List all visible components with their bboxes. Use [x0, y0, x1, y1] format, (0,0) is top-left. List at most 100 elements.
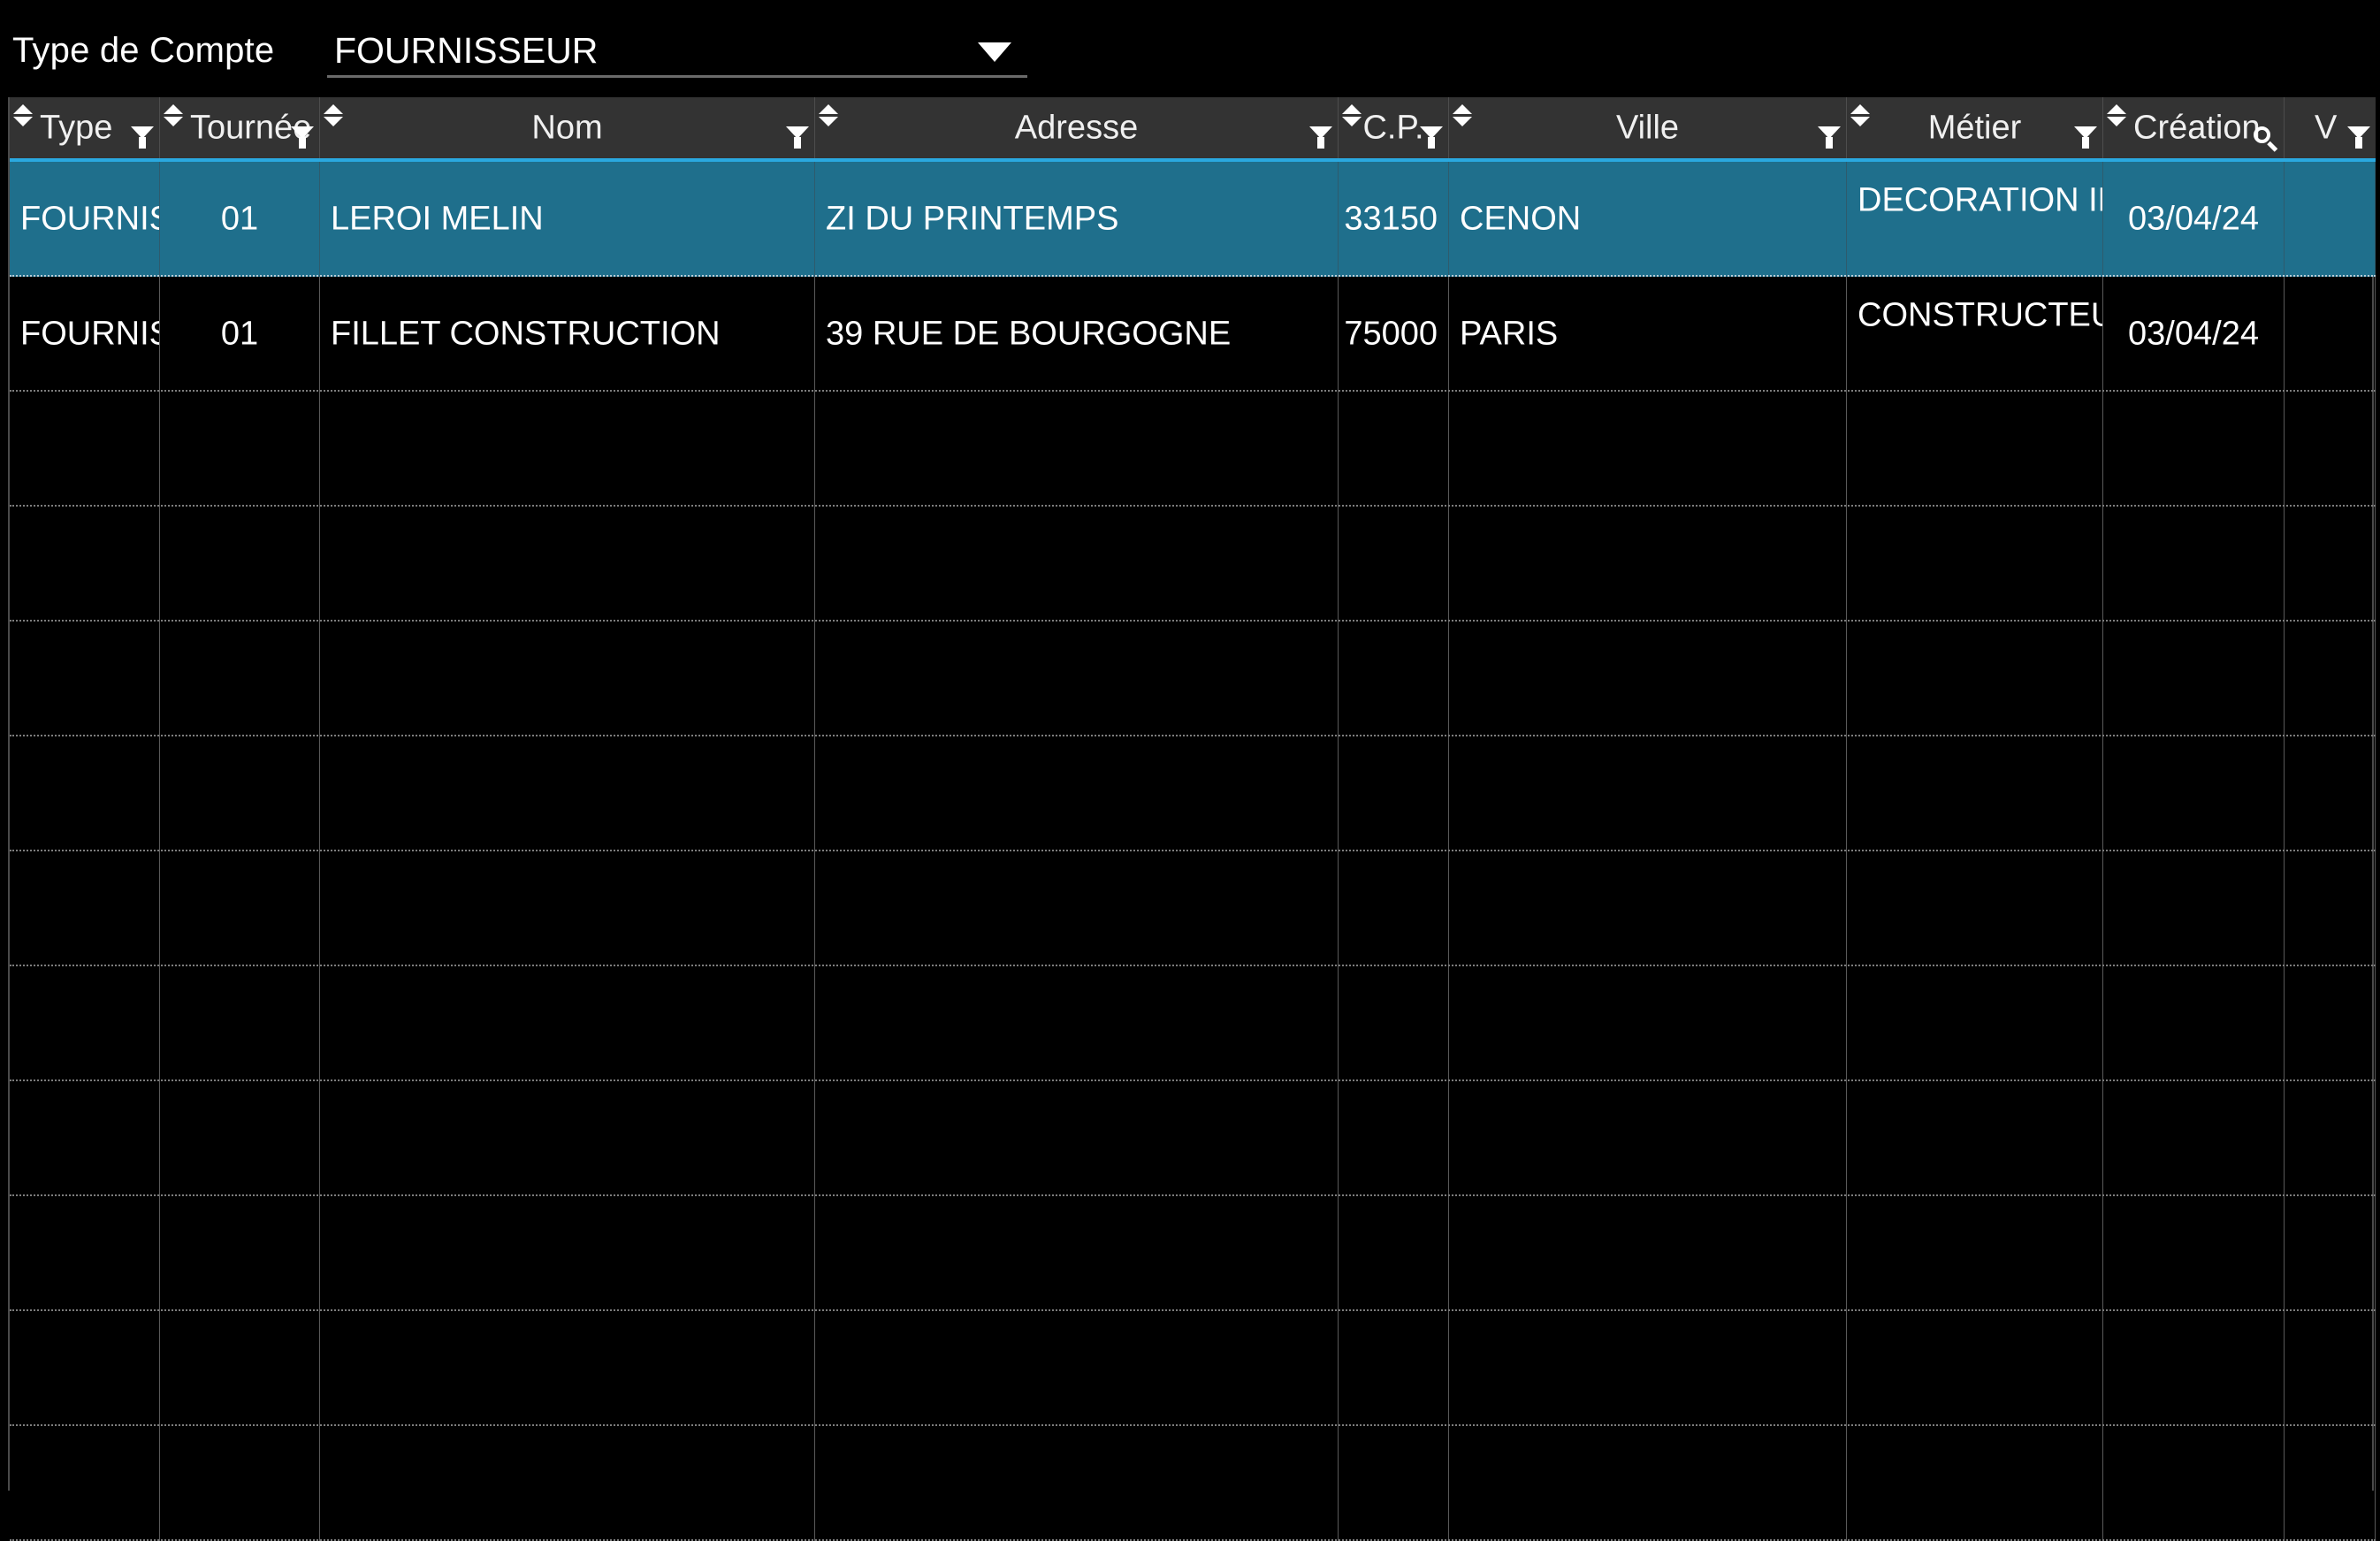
table-cell-adresse[interactable] — [815, 392, 1339, 507]
table-cell-adresse[interactable]: ZI DU PRINTEMPS — [815, 162, 1339, 277]
table-cell-metier[interactable] — [1847, 1081, 2103, 1196]
table-cell-creation[interactable] — [2103, 1196, 2285, 1311]
table-row[interactable] — [10, 622, 2376, 736]
filter-icon[interactable] — [291, 126, 314, 149]
column-header-type[interactable]: Type — [10, 97, 160, 158]
table-cell-tournee[interactable] — [160, 1081, 320, 1196]
table-cell-type[interactable] — [10, 1081, 160, 1196]
table-cell-adresse[interactable] — [815, 1196, 1339, 1311]
column-header-tournee[interactable]: Tournée — [160, 97, 320, 158]
table-cell-creation[interactable]: 03/04/24 — [2103, 162, 2285, 277]
table-cell-tournee[interactable] — [160, 1196, 320, 1311]
table-cell-metier[interactable] — [1847, 851, 2103, 966]
table-cell-v[interactable] — [2285, 1311, 2376, 1426]
table-cell-v[interactable] — [2285, 1081, 2376, 1196]
table-cell-ville[interactable] — [1449, 1311, 1847, 1426]
table-cell-type[interactable] — [10, 1426, 160, 1541]
table-row[interactable]: FOURNIS 01 FILLET CONSTRUCTION 39 RUE DE BO… — [10, 277, 2376, 392]
table-cell-nom[interactable] — [320, 851, 815, 966]
table-cell-nom[interactable] — [320, 966, 815, 1081]
table-cell-adresse[interactable] — [815, 1311, 1339, 1426]
table-cell-type[interactable] — [10, 966, 160, 1081]
table-cell-cp[interactable] — [1339, 1196, 1449, 1311]
sort-icon[interactable] — [819, 104, 840, 129]
table-cell-adresse[interactable] — [815, 1426, 1339, 1541]
table-cell-v[interactable] — [2285, 162, 2376, 277]
table-cell-cp[interactable] — [1339, 851, 1449, 966]
table-cell-v[interactable] — [2285, 1196, 2376, 1311]
sort-icon[interactable] — [324, 104, 345, 129]
table-cell-v[interactable] — [2285, 392, 2376, 507]
table-cell-ville[interactable]: PARIS — [1449, 277, 1847, 392]
table-cell-nom[interactable] — [320, 736, 815, 851]
column-header-nom[interactable]: Nom — [320, 97, 815, 158]
table-cell-creation[interactable] — [2103, 622, 2285, 736]
table-cell-cp[interactable] — [1339, 966, 1449, 1081]
sort-icon[interactable] — [2107, 104, 2128, 129]
table-cell-type[interactable]: FOURNIS — [10, 162, 160, 277]
sort-icon[interactable] — [1342, 104, 1363, 129]
table-cell-v[interactable] — [2285, 1426, 2376, 1541]
table-cell-nom[interactable]: FILLET CONSTRUCTION — [320, 277, 815, 392]
table-cell-metier[interactable]: CONSTRUCTEUR — [1847, 277, 2103, 392]
table-cell-cp[interactable] — [1339, 736, 1449, 851]
table-cell-creation[interactable] — [2103, 392, 2285, 507]
column-header-metier[interactable]: Métier — [1847, 97, 2103, 158]
table-cell-cp[interactable] — [1339, 392, 1449, 507]
table-cell-v[interactable] — [2285, 851, 2376, 966]
table-cell-type[interactable]: FOURNIS — [10, 277, 160, 392]
table-cell-nom[interactable] — [320, 622, 815, 736]
table-cell-tournee[interactable] — [160, 851, 320, 966]
table-cell-creation[interactable] — [2103, 851, 2285, 966]
table-cell-nom[interactable] — [320, 1311, 815, 1426]
table-cell-type[interactable] — [10, 507, 160, 622]
table-cell-adresse[interactable] — [815, 622, 1339, 736]
table-cell-nom[interactable] — [320, 1426, 815, 1541]
table-row[interactable] — [10, 1196, 2376, 1311]
table-cell-ville[interactable] — [1449, 1196, 1847, 1311]
table-cell-tournee[interactable] — [160, 392, 320, 507]
column-header-adresse[interactable]: Adresse — [815, 97, 1339, 158]
table-cell-creation[interactable] — [2103, 736, 2285, 851]
table-cell-v[interactable] — [2285, 966, 2376, 1081]
table-cell-cp[interactable] — [1339, 1426, 1449, 1541]
table-cell-creation[interactable] — [2103, 507, 2285, 622]
filter-icon[interactable] — [2074, 126, 2097, 149]
column-header-ville[interactable]: Ville — [1449, 97, 1847, 158]
table-cell-ville[interactable] — [1449, 1426, 1847, 1541]
table-cell-adresse[interactable] — [815, 851, 1339, 966]
table-cell-nom[interactable] — [320, 1081, 815, 1196]
table-cell-cp[interactable] — [1339, 622, 1449, 736]
search-icon[interactable] — [2254, 126, 2278, 152]
table-row[interactable]: FOURNIS 01 LEROI MELIN ZI DU PRINTEMPS 33150… — [10, 162, 2376, 277]
table-cell-tournee[interactable] — [160, 1426, 320, 1541]
filter-icon[interactable] — [1309, 126, 1332, 149]
table-cell-type[interactable] — [10, 1196, 160, 1311]
column-header-v[interactable]: V — [2285, 97, 2376, 158]
filter-icon[interactable] — [131, 126, 154, 149]
table-row[interactable] — [10, 966, 2376, 1081]
filter-icon[interactable] — [1818, 126, 1841, 149]
table-cell-cp[interactable]: 75000 — [1339, 277, 1449, 392]
table-cell-type[interactable] — [10, 392, 160, 507]
table-cell-creation[interactable] — [2103, 1426, 2285, 1541]
sort-icon[interactable] — [1850, 104, 1872, 129]
sort-icon[interactable] — [1453, 104, 1474, 129]
table-cell-tournee[interactable] — [160, 507, 320, 622]
table-cell-type[interactable] — [10, 622, 160, 736]
table-cell-ville[interactable] — [1449, 622, 1847, 736]
table-cell-tournee[interactable]: 01 — [160, 162, 320, 277]
table-cell-type[interactable] — [10, 736, 160, 851]
sort-icon[interactable] — [164, 104, 185, 129]
table-cell-creation[interactable] — [2103, 966, 2285, 1081]
table-cell-adresse[interactable] — [815, 1081, 1339, 1196]
table-cell-adresse[interactable]: 39 RUE DE BOURGOGNE — [815, 277, 1339, 392]
table-row[interactable] — [10, 736, 2376, 851]
table-cell-tournee[interactable] — [160, 966, 320, 1081]
table-cell-ville[interactable] — [1449, 392, 1847, 507]
table-row[interactable] — [10, 1081, 2376, 1196]
table-row[interactable] — [10, 392, 2376, 507]
table-cell-adresse[interactable] — [815, 966, 1339, 1081]
sort-icon[interactable] — [13, 104, 34, 129]
table-cell-metier[interactable] — [1847, 966, 2103, 1081]
